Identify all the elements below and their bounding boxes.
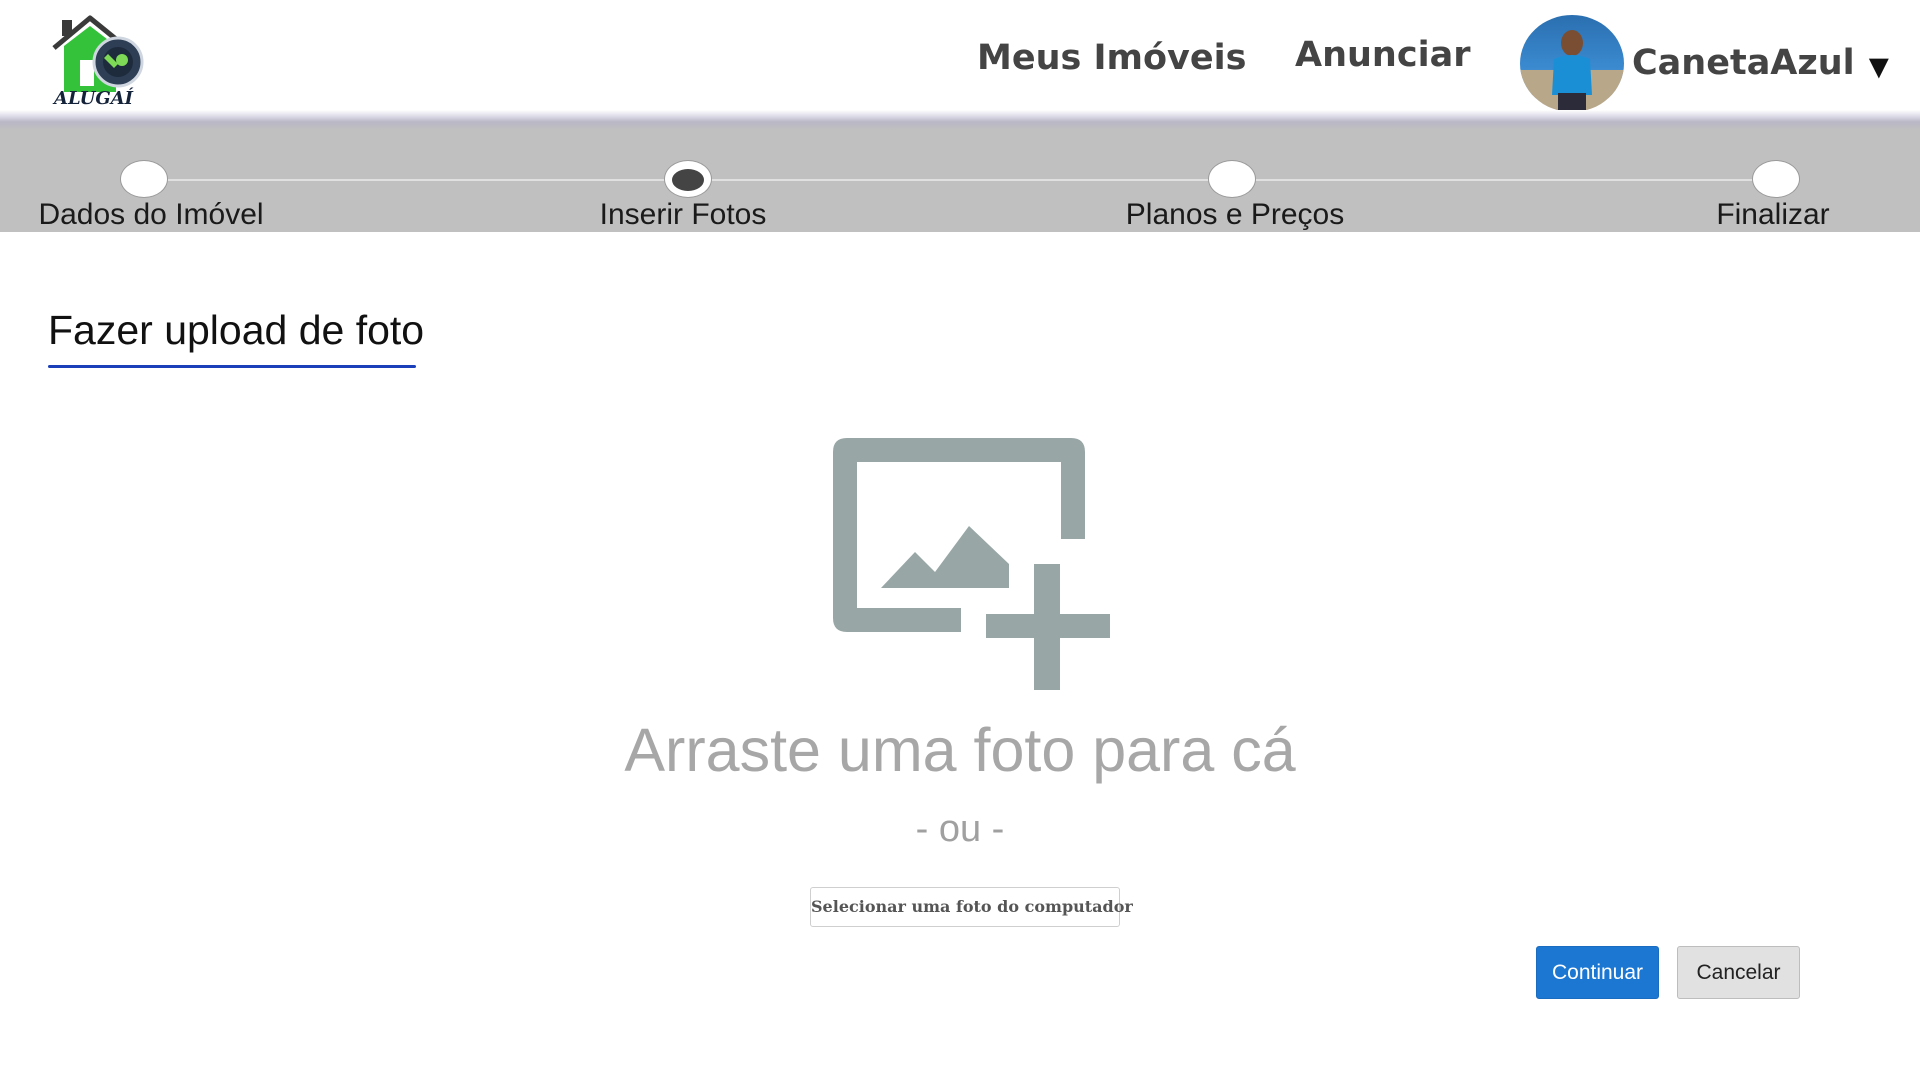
step-dot-finalizar[interactable] — [1752, 160, 1800, 198]
step-dot-fotos[interactable] — [664, 160, 712, 198]
alugai-logo[interactable]: ALUGAÍ — [52, 12, 152, 109]
header-divider — [0, 110, 1920, 130]
user-name[interactable]: CanetaAzul — [1632, 43, 1855, 83]
add-photo-icon — [833, 438, 1113, 693]
drag-drop-hint: Arraste uma foto para cá — [624, 716, 1296, 784]
nav-meus-imoveis[interactable]: Meus Imóveis — [977, 38, 1246, 78]
logo-wordmark: ALUGAÍ — [52, 86, 134, 107]
title-underline — [48, 365, 416, 368]
continue-button[interactable]: Continuar — [1536, 946, 1659, 999]
step-label-planos[interactable]: Planos e Preços — [1126, 198, 1344, 232]
step-label-fotos[interactable]: Inserir Fotos — [600, 198, 767, 232]
progress-stepper: Dados do Imóvel Inserir Fotos Planos e P… — [0, 130, 1920, 232]
chevron-down-icon[interactable]: ▼ — [1862, 48, 1896, 87]
step-dot-planos[interactable] — [1208, 160, 1256, 198]
step-label-finalizar[interactable]: Finalizar — [1716, 198, 1829, 232]
nav-anunciar[interactable]: Anunciar — [1295, 35, 1470, 75]
or-separator: - ou - — [915, 808, 1005, 850]
step-label-dados[interactable]: Dados do Imóvel — [38, 198, 263, 232]
step-dot-dados[interactable] — [120, 160, 168, 198]
cancel-button[interactable]: Cancelar — [1677, 946, 1800, 999]
page-title: Fazer upload de foto — [48, 307, 425, 353]
stepper-track — [143, 179, 1776, 181]
user-avatar[interactable] — [1520, 15, 1624, 112]
select-photo-button[interactable]: Selecionar uma foto do computador — [810, 887, 1133, 927]
top-header: ALUGAÍ Meus Imóveis Anunciar CanetaAzul … — [0, 0, 1920, 118]
